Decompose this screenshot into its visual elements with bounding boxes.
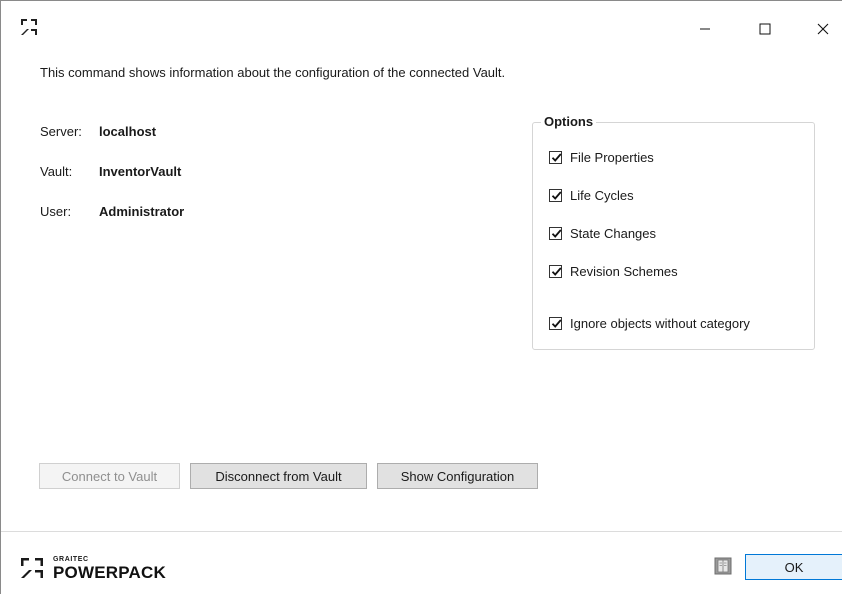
server-value: localhost xyxy=(99,124,157,139)
description-text: This command shows information about the… xyxy=(40,65,506,80)
server-label: Server: xyxy=(40,124,82,139)
option-label: Revision Schemes xyxy=(570,263,678,279)
user-value: Administrator xyxy=(99,204,185,219)
option-ignore-objects-without-category[interactable]: Ignore objects without category xyxy=(549,314,750,332)
option-label: File Properties xyxy=(570,149,654,165)
checkbox[interactable] xyxy=(549,150,562,164)
option-state-changes[interactable]: State Changes xyxy=(549,224,656,242)
checkbox[interactable] xyxy=(549,264,562,278)
vault-value: InventorVault xyxy=(99,164,182,179)
minimize-icon[interactable] xyxy=(693,17,717,41)
option-life-cycles[interactable]: Life Cycles xyxy=(549,186,634,204)
vault-label: Vault: xyxy=(40,164,73,179)
option-revision-schemes[interactable]: Revision Schemes xyxy=(549,262,678,280)
graitec-logo-icon xyxy=(20,556,44,580)
maximize-icon[interactable] xyxy=(753,17,777,41)
logo-graitec-text: GRAITEC xyxy=(53,556,89,563)
option-label: Ignore objects without category xyxy=(570,315,750,331)
option-label: Life Cycles xyxy=(570,187,634,203)
logo-powerpack-text: POWERPACK xyxy=(53,563,166,582)
disconnect-from-vault-button[interactable]: Disconnect from Vault xyxy=(190,463,367,489)
user-label: User: xyxy=(40,204,72,219)
configuration-dialog: This command shows information about the… xyxy=(0,0,842,595)
show-configuration-button[interactable]: Show Configuration xyxy=(377,463,538,489)
option-file-properties[interactable]: File Properties xyxy=(549,148,654,166)
checkbox[interactable] xyxy=(549,226,562,240)
title-bar[interactable] xyxy=(1,1,842,41)
option-label: State Changes xyxy=(570,225,657,241)
ok-button[interactable]: OK xyxy=(745,554,842,580)
help-book-icon[interactable] xyxy=(712,555,734,577)
close-icon[interactable] xyxy=(811,17,835,41)
checkbox[interactable] xyxy=(549,188,562,202)
checkbox[interactable] xyxy=(549,316,562,330)
options-title: Options xyxy=(541,114,597,129)
connect-to-vault-button[interactable]: Connect to Vault xyxy=(39,463,180,489)
graitec-app-icon xyxy=(20,18,38,36)
